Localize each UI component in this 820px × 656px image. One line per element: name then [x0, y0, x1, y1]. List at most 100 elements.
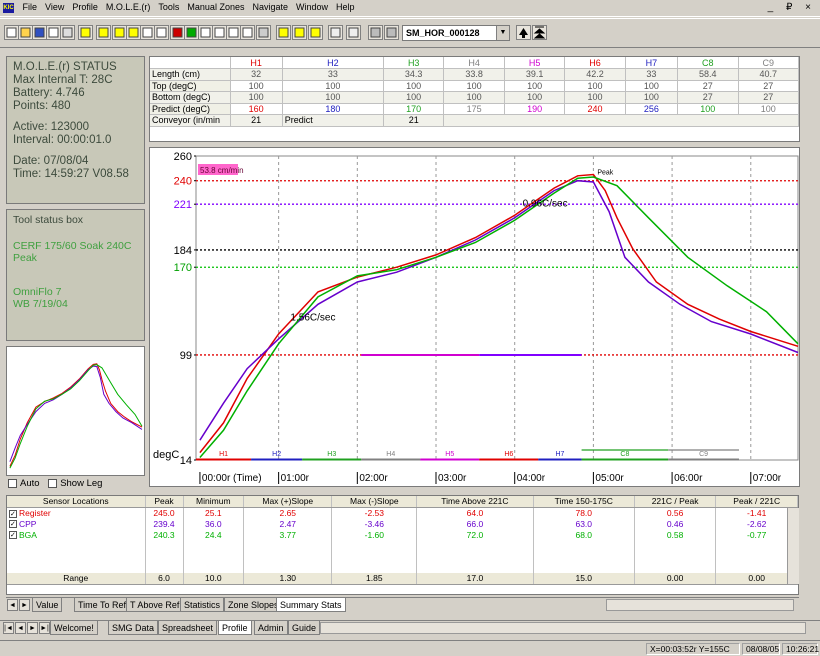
stats-horizontal-scrollbar[interactable] [606, 599, 794, 611]
menu-item-manual-zones[interactable]: Manual Zones [183, 0, 248, 14]
zone-cell[interactable]: 180 [282, 103, 384, 115]
up-arrow-icon[interactable] [516, 25, 531, 40]
menu-item-view[interactable]: View [41, 0, 68, 14]
tab-smg-data[interactable]: SMG Data [108, 621, 159, 635]
zone-cell[interactable]: 33 [282, 68, 384, 81]
first-tab-icon[interactable]: |◄ [3, 622, 14, 634]
zone-cell[interactable]: 100 [383, 91, 445, 104]
menu-item-m-o-l-e-r-[interactable]: M.O.L.E.(r) [102, 0, 155, 14]
tab-spreadsheet[interactable]: Spreadsheet [158, 621, 218, 635]
menu-item-window[interactable]: Window [292, 0, 332, 14]
profile-chart[interactable]: 00:00r (Time) 01:00r 02:00r 03:00r 04:00r 05:… [149, 147, 800, 487]
tab-scroll-left-icon[interactable]: ◄ [7, 599, 18, 611]
help-icon[interactable] [78, 25, 93, 40]
zone-cell[interactable]: 33 [625, 68, 679, 81]
tab-profile[interactable]: Profile [218, 621, 252, 635]
stats-header-cell[interactable]: Peak / 221C [715, 496, 798, 508]
zone-cell[interactable]: 34.3 [383, 68, 445, 81]
sensor-checkbox[interactable]: ✓ [9, 509, 17, 518]
zone-cell[interactable]: 100 [443, 91, 505, 104]
window-controls[interactable]: _ ₽ × [768, 2, 816, 13]
sigma-icon[interactable] [154, 25, 169, 40]
zone-cell[interactable]: 42.2 [564, 68, 626, 81]
area-icon[interactable] [140, 25, 155, 40]
tab-zone-slopes[interactable]: Zone Slopes [224, 598, 283, 612]
last-tab-icon[interactable]: ►| [39, 622, 50, 634]
stats-header-cell[interactable]: Time 150-175C [533, 496, 635, 508]
zone-cell[interactable]: 175 [443, 103, 505, 115]
save-icon[interactable] [32, 25, 47, 40]
measure-icon[interactable] [112, 25, 127, 40]
print-preview-icon[interactable] [46, 25, 61, 40]
zoom-icon[interactable] [96, 25, 111, 40]
file-select[interactable]: SM_HOR_000128 ▼ [402, 25, 510, 41]
auto-checkbox[interactable] [8, 478, 17, 488]
prev-tab-icon[interactable]: ◄ [15, 622, 26, 634]
zone-cell[interactable]: 33.8 [443, 68, 505, 81]
pen-red-icon[interactable] [170, 25, 185, 40]
stats-row-register[interactable]: ✓ Register 245.0 25.1 2.65 -2.53 64.0 78.0 0.56-… [7, 507, 798, 518]
tab-t-above-ref[interactable]: T Above Ref [126, 598, 184, 612]
tab-scroll-right-icon[interactable]: ► [19, 599, 30, 611]
zone-cell[interactable]: 100 [504, 91, 566, 104]
sensor-checkbox[interactable]: ✓ [9, 531, 17, 540]
tab-value[interactable]: Value [32, 598, 63, 612]
jump-end-icon[interactable] [532, 25, 547, 40]
tab-summary-stats[interactable]: Summary Stats [276, 598, 346, 612]
down-arrow-2-icon[interactable] [384, 25, 399, 40]
zone-cell[interactable]: 240 [564, 103, 626, 115]
zone-cell[interactable]: 100 [504, 80, 566, 92]
stats-vertical-scrollbar[interactable] [787, 508, 799, 584]
tab-statistics[interactable]: Statistics [180, 598, 225, 612]
zone-cell[interactable]: 58.4 [677, 68, 739, 81]
pen-green-icon[interactable] [184, 25, 199, 40]
face-3-icon[interactable] [308, 25, 323, 40]
menu-item-tools[interactable]: Tools [154, 0, 183, 14]
down-arrow-icon[interactable] [368, 25, 383, 40]
conveyor-value[interactable]: 21 [230, 114, 283, 127]
stats-header-cell[interactable]: Sensor Locations [7, 496, 146, 508]
tab-time-to-ref[interactable]: Time To Ref [74, 598, 131, 612]
menu-item-profile[interactable]: Profile [68, 0, 102, 14]
zone-cell[interactable]: 100 [383, 80, 445, 92]
eraser-icon[interactable] [256, 25, 271, 40]
zone-cell[interactable]: 100 [564, 91, 626, 104]
calculator-icon[interactable] [328, 25, 343, 40]
zone-cell[interactable]: 100 [625, 91, 679, 104]
zone-cell[interactable]: 170 [383, 103, 445, 115]
document-horizontal-scrollbar[interactable] [320, 622, 806, 634]
sensor-checkbox[interactable]: ✓ [9, 520, 17, 529]
magnify-icon[interactable] [240, 25, 255, 40]
stats-header-cell[interactable]: Peak [145, 496, 184, 508]
zone-cell[interactable]: 100 [230, 80, 283, 92]
zone-cell[interactable]: 40.7 [738, 68, 800, 81]
print-icon[interactable] [60, 25, 75, 40]
zone-cell[interactable]: 100 [564, 80, 626, 92]
stats-header-cell[interactable]: Time Above 221C [416, 496, 534, 508]
zone-cell[interactable]: 27 [677, 91, 739, 104]
zone-cell[interactable]: 100 [282, 80, 384, 92]
zone-cell[interactable]: 100 [230, 91, 283, 104]
zone-cell[interactable]: 27 [677, 80, 739, 92]
zone-cell[interactable]: 32 [230, 68, 283, 81]
face-1-icon[interactable] [276, 25, 291, 40]
show-leg-checkbox[interactable] [48, 478, 58, 488]
new-icon[interactable] [4, 25, 19, 40]
zone-cell[interactable]: 160 [230, 103, 283, 115]
menu-item-navigate[interactable]: Navigate [248, 0, 292, 14]
zone-cell[interactable]: 27 [738, 91, 800, 104]
face-2-icon[interactable] [292, 25, 307, 40]
stats-header-cell[interactable]: Max (-)Slope [331, 496, 418, 508]
zone-cell[interactable]: 100 [282, 91, 384, 104]
zone-cell[interactable]: 27 [738, 80, 800, 92]
zone-cell[interactable]: 100 [738, 103, 800, 115]
open-icon[interactable] [18, 25, 33, 40]
zone-cell[interactable]: 39.1 [504, 68, 566, 81]
chevron-down-icon[interactable]: ▼ [496, 26, 509, 40]
slope-icon[interactable] [126, 25, 141, 40]
tab-guide[interactable]: Guide [288, 621, 321, 635]
stats-header-cell[interactable]: Minimum [183, 496, 245, 508]
zone-cell[interactable]: 100 [677, 103, 739, 115]
eye-icon[interactable] [226, 25, 241, 40]
curve-icon[interactable] [198, 25, 213, 40]
